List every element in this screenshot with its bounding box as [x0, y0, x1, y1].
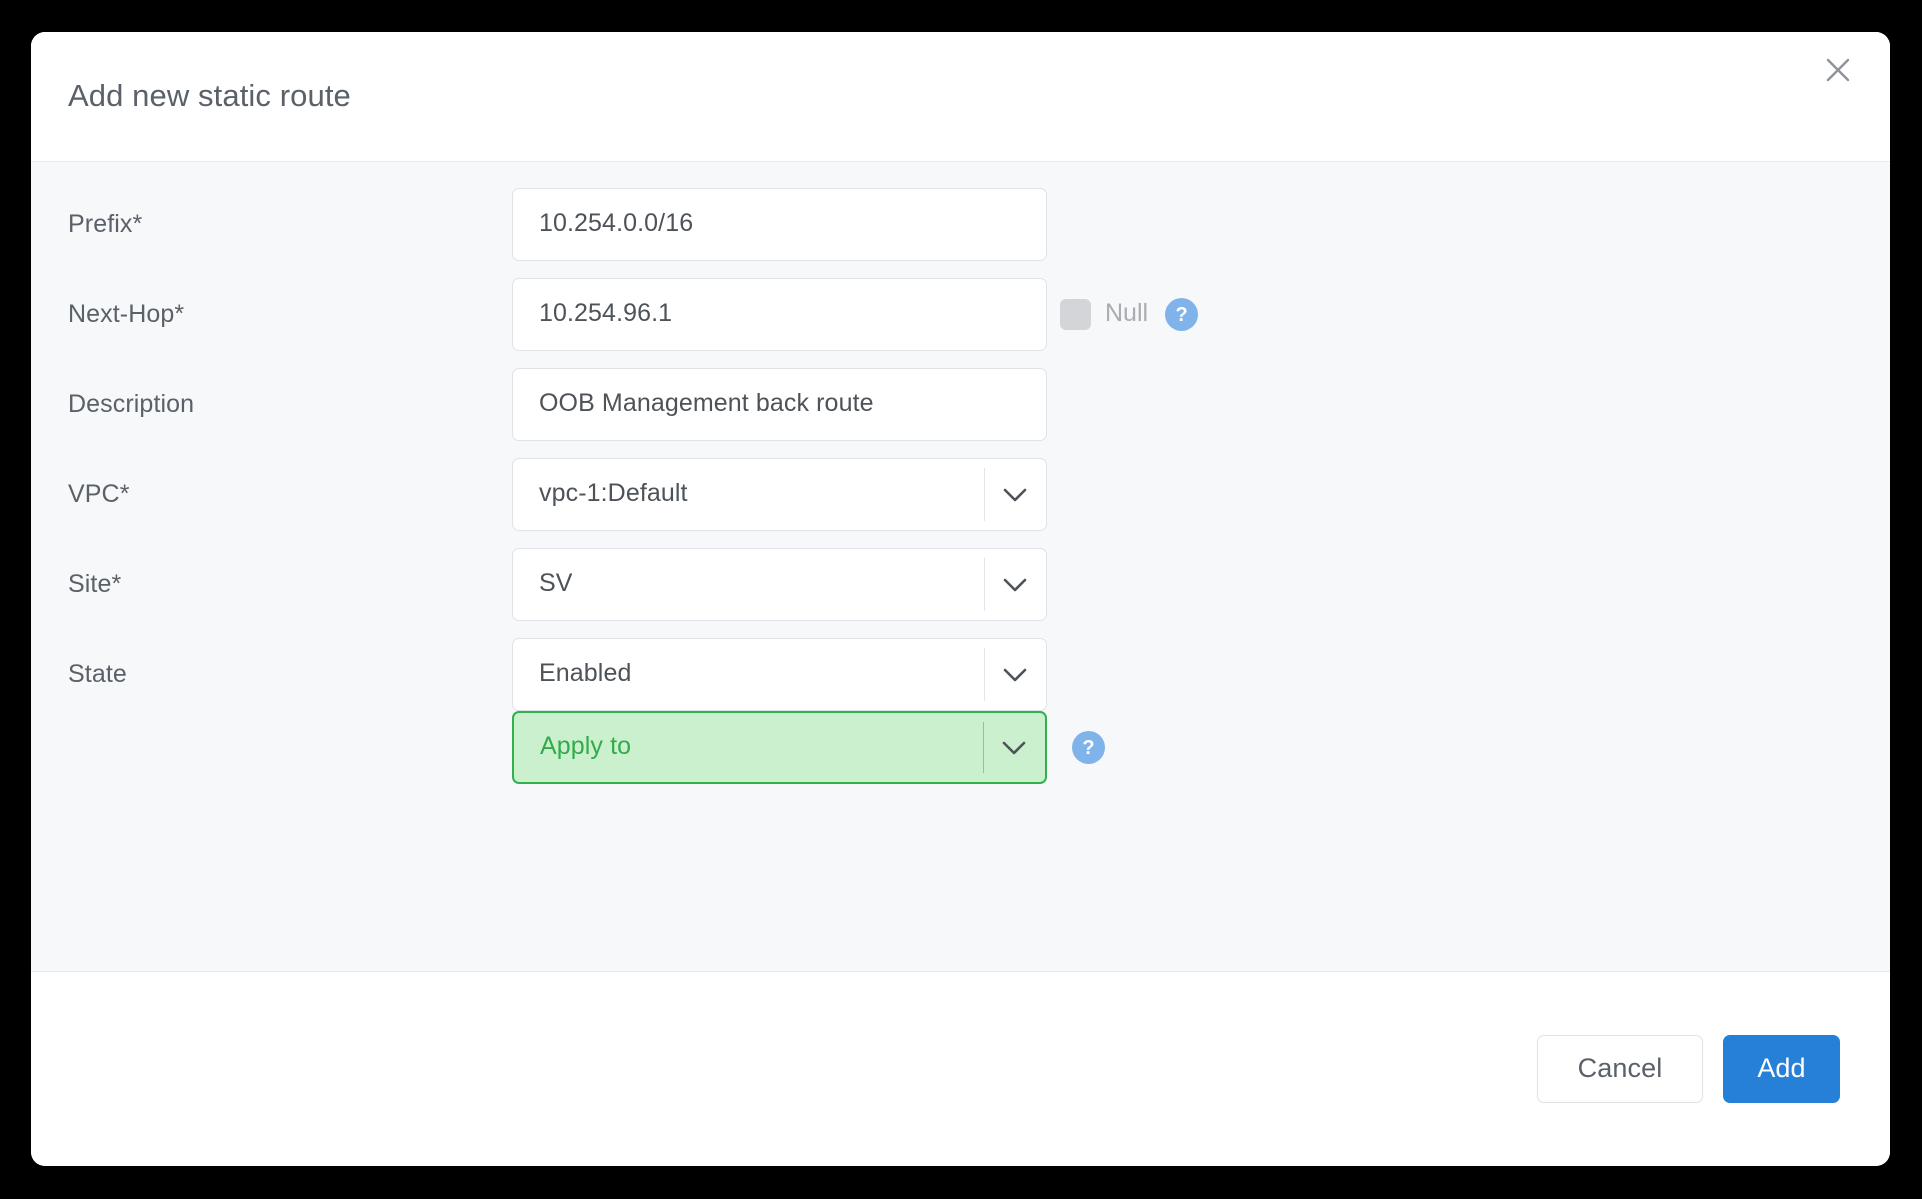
chevron-down-icon[interactable] — [983, 713, 1045, 782]
form-row-next-hop: Next-Hop* 10.254.96.1 Null ? — [31, 278, 1890, 351]
chevron-glyph — [1002, 577, 1028, 593]
site-value: SV — [513, 571, 573, 598]
chevron-down-icon[interactable] — [984, 639, 1046, 710]
prefix-input[interactable]: 10.254.0.0/16 — [512, 188, 1047, 261]
form-row-description: Description OOB Management back route — [31, 368, 1890, 441]
apply-to-help-icon[interactable]: ? — [1072, 731, 1105, 764]
apply-to-select[interactable]: Apply to — [512, 711, 1047, 784]
null-label: Null — [1105, 301, 1148, 328]
screen: Add new static route Prefix* 10.254.0.0/… — [0, 0, 1922, 1199]
chevron-glyph — [1002, 667, 1028, 683]
vpc-select[interactable]: vpc-1:Default — [512, 458, 1047, 531]
prefix-value: 10.254.0.0/16 — [513, 211, 693, 238]
label-next-hop: Next-Hop* — [68, 302, 512, 327]
site-select[interactable]: SV — [512, 548, 1047, 621]
label-site: Site* — [68, 572, 512, 597]
add-button[interactable]: Add — [1723, 1035, 1840, 1103]
next-hop-input[interactable]: 10.254.96.1 — [512, 278, 1047, 351]
form-row-state: State Enabled — [31, 638, 1890, 711]
label-description: Description — [68, 392, 512, 417]
form-row-prefix: Prefix* 10.254.0.0/16 — [31, 188, 1890, 261]
form-row-vpc: VPC* vpc-1:Default — [31, 458, 1890, 531]
description-input[interactable]: OOB Management back route — [512, 368, 1047, 441]
form-row-apply-to: Apply to ? — [31, 711, 1890, 784]
close-glyph — [1823, 55, 1853, 85]
dialog-body: Prefix* 10.254.0.0/16 Next-Hop* 10.254.9… — [31, 162, 1890, 972]
null-checkbox-group: Null ? — [1060, 298, 1198, 331]
next-hop-value: 10.254.96.1 — [513, 301, 672, 328]
cancel-button[interactable]: Cancel — [1537, 1035, 1703, 1103]
close-icon[interactable] — [1814, 46, 1862, 94]
null-checkbox[interactable] — [1060, 299, 1091, 330]
chevron-glyph — [1002, 487, 1028, 503]
label-prefix: Prefix* — [68, 212, 512, 237]
null-help-icon[interactable]: ? — [1165, 298, 1198, 331]
state-value: Enabled — [513, 661, 631, 688]
apply-to-value: Apply to — [514, 734, 631, 761]
state-select[interactable]: Enabled — [512, 638, 1047, 711]
chevron-down-icon[interactable] — [984, 549, 1046, 620]
chevron-down-icon[interactable] — [984, 459, 1046, 530]
label-vpc: VPC* — [68, 482, 512, 507]
dialog-footer: Cancel Add — [31, 972, 1890, 1166]
description-value: OOB Management back route — [513, 391, 874, 418]
vpc-value: vpc-1:Default — [513, 481, 688, 508]
form-row-site: Site* SV — [31, 548, 1890, 621]
label-state: State — [68, 662, 512, 687]
dialog-header: Add new static route — [31, 32, 1890, 162]
add-static-route-dialog: Add new static route Prefix* 10.254.0.0/… — [31, 32, 1890, 1166]
chevron-glyph — [1001, 740, 1027, 756]
dialog-title: Add new static route — [68, 80, 351, 113]
